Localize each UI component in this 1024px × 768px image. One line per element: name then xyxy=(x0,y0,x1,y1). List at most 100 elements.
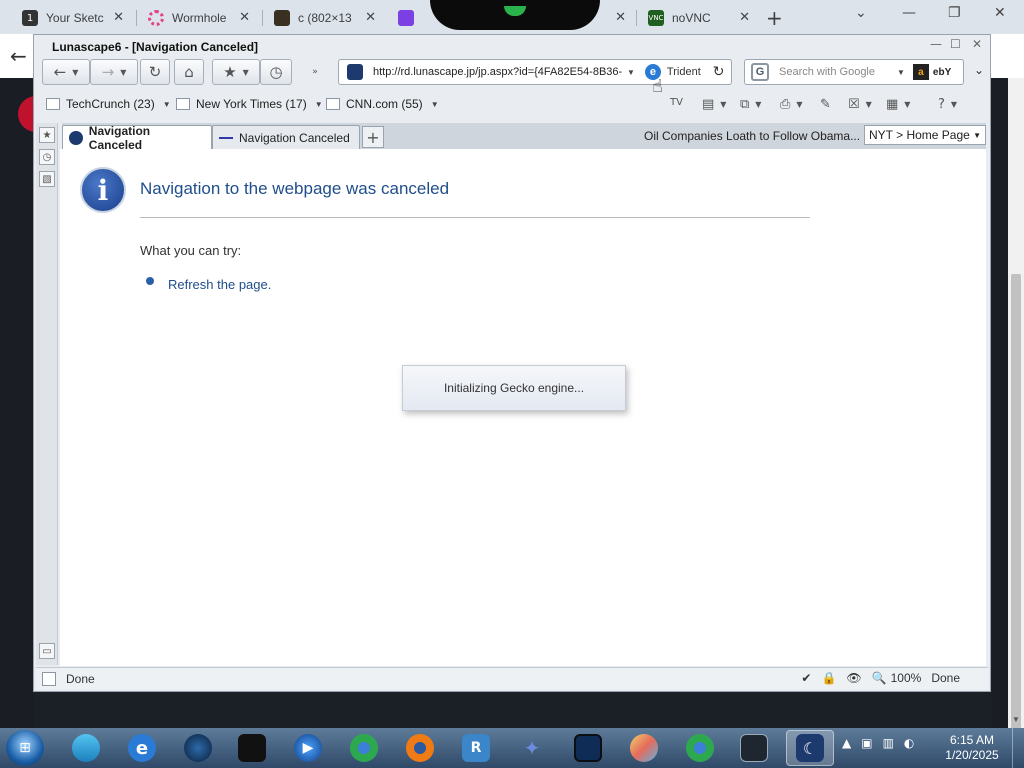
host-tab-close-hidden[interactable]: ✕ xyxy=(604,4,634,32)
host-tab-novnc[interactable]: VNC noVNC ✕ xyxy=(640,4,758,32)
reload-button[interactable]: ↻ xyxy=(140,59,170,85)
zoom-level[interactable]: 100% xyxy=(891,671,922,685)
taskbar-app-ie[interactable]: e xyxy=(118,730,166,766)
forward-button[interactable]: → ▼ xyxy=(90,59,138,85)
amazon-search-icon[interactable]: a xyxy=(912,64,929,80)
chevron-down-icon[interactable]: ⌄ xyxy=(855,5,867,21)
maximize-button[interactable]: ☐ xyxy=(950,37,961,51)
close-tabs-button[interactable]: ☒ ▼ xyxy=(848,97,872,112)
close-icon[interactable]: ✕ xyxy=(615,10,626,25)
host-tab-label: c (802×13 xyxy=(298,11,352,25)
ebay-search-icon[interactable]: ebY xyxy=(933,67,951,78)
address-input[interactable]: http://rd.lunascape.jp/jp.aspx?id={4FA82… xyxy=(373,66,625,78)
favorite-cnn[interactable]: CNN.com (55) ▼ xyxy=(326,97,439,111)
close-window-button[interactable]: ✕ xyxy=(972,37,982,51)
taskbar-app-monitor[interactable] xyxy=(564,730,612,766)
taskbar-app-media-player[interactable]: ▶ xyxy=(284,730,332,766)
taskbar-app-blender[interactable] xyxy=(396,730,444,766)
tray-expand-icon[interactable]: ▲ xyxy=(842,736,851,750)
open-window-button[interactable]: ⧉ ▼ xyxy=(740,97,761,112)
chevron-down-icon[interactable]: ▼ xyxy=(120,68,126,77)
chevron-down-icon: ▼ xyxy=(755,100,762,109)
settings-button[interactable]: ✎ xyxy=(820,97,831,112)
host-tab-wormhole[interactable]: Wormhole ✕ xyxy=(140,4,258,32)
restore-button[interactable]: ❐ xyxy=(948,5,961,21)
check-icon[interactable]: ✔ xyxy=(801,671,811,685)
host-tab-image[interactable]: c (802×13 ✕ xyxy=(266,4,384,32)
notch-indicator xyxy=(504,6,526,16)
taskbar-app-chrome[interactable] xyxy=(340,730,388,766)
scrollbar-thumb[interactable] xyxy=(1011,274,1021,748)
system-clock[interactable]: 6:15 AM 1/20/2025 xyxy=(936,733,1008,763)
tray-volume-icon[interactable]: ◐ xyxy=(904,736,914,750)
taskbar-app-lunascape[interactable]: ☾ xyxy=(786,730,834,766)
host-tab-imag[interactable] xyxy=(390,4,430,32)
search-input[interactable]: Search with Google xyxy=(779,66,897,78)
taskbar-app-terminal[interactable] xyxy=(228,730,276,766)
window-title: Lunascape6 - [Navigation Canceled] xyxy=(52,40,259,54)
help-button[interactable]: ? ▼ xyxy=(938,97,957,112)
favorite-techcrunch[interactable]: TechCrunch (23) ▼ xyxy=(46,97,171,111)
zoom-icon[interactable]: 🔍 xyxy=(872,671,887,685)
favorite-new-york-times[interactable]: New York Times (17) ▼ xyxy=(176,97,323,111)
layout-button[interactable]: ▦ ▼ xyxy=(886,97,910,112)
tab-navigation-canceled-active[interactable]: Navigation Canceled xyxy=(62,124,212,152)
search-box[interactable]: G Search with Google ▼ a ebY xyxy=(744,59,964,85)
address-reload-icon[interactable]: ↻ xyxy=(713,64,725,80)
taskbar-app-chrome-alt[interactable] xyxy=(676,730,724,766)
chevron-down-icon: ▼ xyxy=(720,100,727,109)
image-favicon-icon xyxy=(274,10,290,26)
sidebar-feeds-icon[interactable]: ▧ xyxy=(39,171,55,187)
home-button[interactable]: ⌂ xyxy=(174,59,204,85)
sidebar-toggle-icon[interactable]: ▭ xyxy=(39,643,55,659)
taskbar-app-bird[interactable]: ✦ xyxy=(508,730,556,766)
news-feed-select[interactable]: NYT > Home Page ▼ xyxy=(864,125,986,145)
lock-icon[interactable]: 🔒 xyxy=(821,671,836,685)
history-button[interactable]: ◷ xyxy=(260,59,292,85)
scroll-down-arrow-icon[interactable]: ▼ xyxy=(1012,715,1020,724)
close-icon[interactable]: ✕ xyxy=(365,10,376,25)
favorites-button[interactable]: ★ ▼ xyxy=(212,59,260,85)
close-icon[interactable]: ✕ xyxy=(239,10,250,25)
toolbar-expand-chevron-icon[interactable]: ⌄ xyxy=(974,63,984,77)
add-tab-button[interactable]: + xyxy=(362,126,384,148)
host-scrollbar[interactable]: ▼ xyxy=(1008,78,1024,748)
mouse-cursor-icon: ☝ xyxy=(652,76,663,97)
chevron-down-icon[interactable]: ▼ xyxy=(72,68,78,77)
eye-icon[interactable]: 👁 xyxy=(846,671,861,685)
taskbar-app-paint[interactable] xyxy=(620,730,668,766)
home-icon: ⌂ xyxy=(184,63,194,81)
close-window-button[interactable]: ✕ xyxy=(994,5,1006,21)
chevron-down-icon[interactable]: ▼ xyxy=(627,68,635,77)
tab-navigation-canceled[interactable]: Navigation Canceled xyxy=(212,125,360,149)
news-ticker[interactable]: Oil Companies Loath to Follow Obama... xyxy=(644,129,860,143)
grid-layout-icon: ▦ xyxy=(886,97,899,112)
taskbar-app-remote[interactable] xyxy=(730,730,778,766)
taskbar-app-globe[interactable] xyxy=(174,730,222,766)
refresh-page-link[interactable]: Refresh the page. xyxy=(168,277,271,292)
tv-button[interactable]: TV xyxy=(670,97,683,108)
toolbar-overflow-button[interactable]: » xyxy=(304,59,326,85)
notes-button[interactable]: ▤ ▼ xyxy=(702,97,726,112)
close-icon[interactable]: ✕ xyxy=(113,10,124,25)
start-button[interactable]: ⊞ xyxy=(6,730,44,766)
minimize-button[interactable]: — xyxy=(902,5,916,21)
minimize-button[interactable]: — xyxy=(930,37,942,51)
sidebar-favorites-star-icon[interactable]: ★ xyxy=(39,127,55,143)
address-bar[interactable]: http://rd.lunascape.jp/jp.aspx?id={4FA82… xyxy=(338,59,732,85)
print-button[interactable]: ⎙ ▼ xyxy=(780,97,803,112)
new-tab-button[interactable]: + xyxy=(766,6,783,30)
chevron-down-icon[interactable]: ▼ xyxy=(243,68,249,77)
sidebar-history-clock-icon[interactable]: ◷ xyxy=(39,149,55,165)
taskbar-app-windows-media-center[interactable] xyxy=(62,730,110,766)
host-tab-your-sketch[interactable]: 1 Your Sketc ✕ xyxy=(14,4,132,32)
back-button[interactable]: ← ▼ xyxy=(42,59,90,85)
tray-network-icon[interactable]: ▥ xyxy=(883,736,894,750)
tray-app-icon[interactable]: ▣ xyxy=(861,736,872,750)
chevron-down-icon[interactable]: ▼ xyxy=(897,68,905,77)
taskbar-app-r-studio[interactable]: R xyxy=(452,730,500,766)
close-icon[interactable]: ✕ xyxy=(739,10,750,25)
engine-switch-label[interactable]: Trident xyxy=(667,66,701,78)
host-back-button[interactable]: ← xyxy=(10,44,27,68)
show-desktop-button[interactable] xyxy=(1012,728,1024,768)
